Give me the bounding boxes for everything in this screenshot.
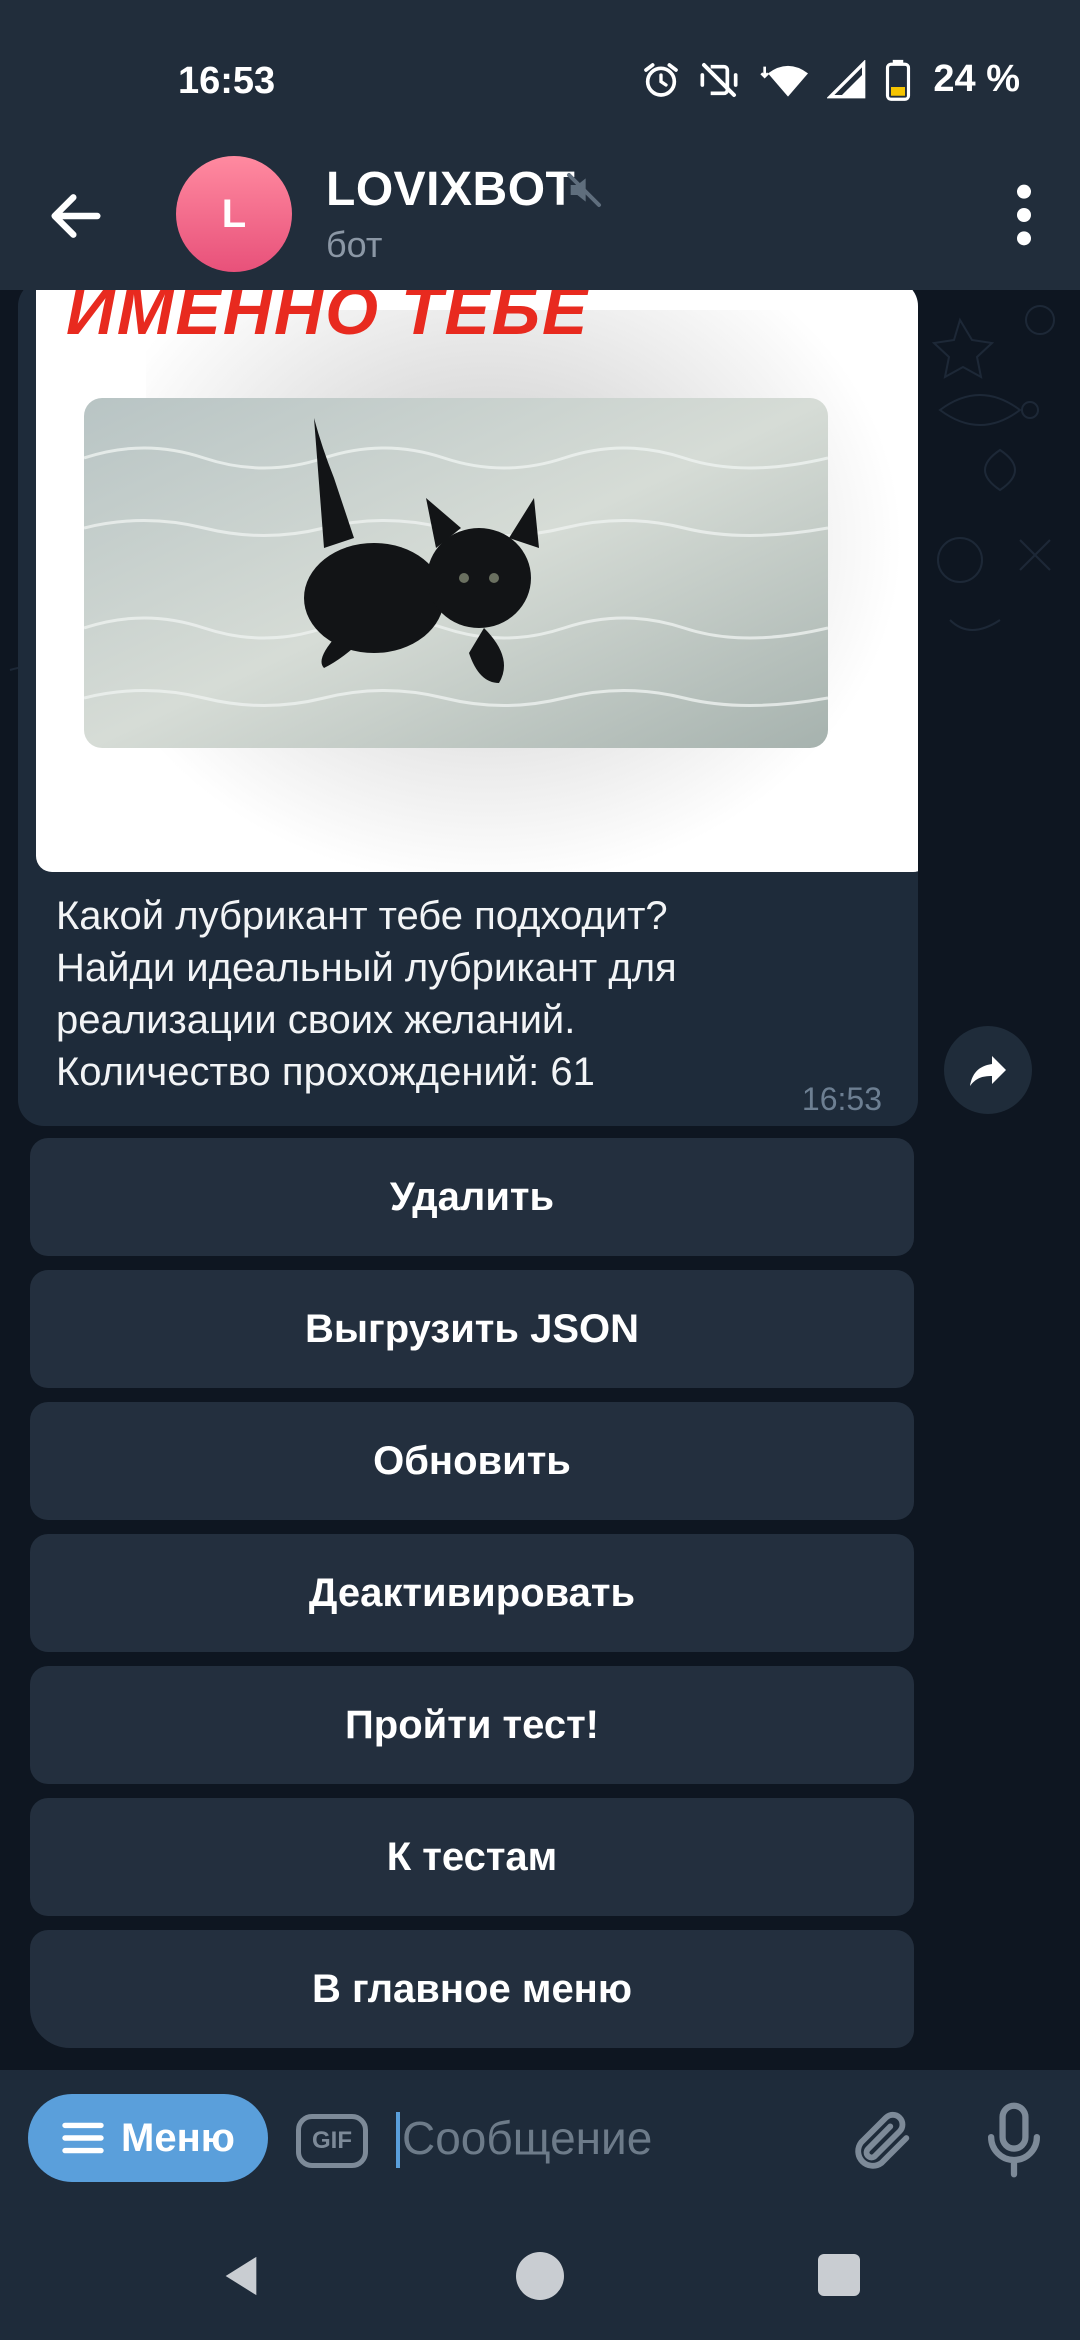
caption-line: Найди идеальный лубрикант для (56, 946, 677, 990)
caption-line: Какой лубрикант тебе подходит? (56, 894, 668, 938)
chat-header: L LOVIXBOT бот (0, 140, 1080, 290)
system-nav-bar (0, 2206, 1080, 2340)
signal-icon (827, 59, 866, 98)
alarm-icon (644, 62, 679, 97)
status-icons: 24 % (641, 58, 1020, 101)
battery-icon (886, 59, 911, 101)
message-image[interactable]: ИМЕННО ТЕБЕ (36, 290, 918, 872)
chat-subtitle: бот (326, 224, 383, 265)
gif-button[interactable]: GIF (296, 2114, 368, 2168)
export-json-button[interactable]: Выгрузить JSON (30, 1270, 914, 1388)
take-test-button[interactable]: Пройти тест! (30, 1666, 914, 1784)
vibrate-off-icon (700, 62, 738, 97)
chat-title[interactable]: LOVIXBOT (326, 162, 575, 217)
back-arrow-icon[interactable] (44, 184, 108, 248)
message-caption: Какой лубрикант тебе подходит? Найди иде… (56, 890, 876, 1098)
more-vert-icon[interactable] (996, 180, 1052, 250)
caption-line: Количество прохождений: 61 (56, 1050, 595, 1094)
refresh-button[interactable]: Обновить (30, 1402, 914, 1520)
share-button[interactable] (944, 1026, 1032, 1114)
avatar[interactable]: L (176, 156, 292, 272)
status-time: 16:53 (178, 60, 276, 102)
chat-area[interactable]: ИМЕННО ТЕБЕ Какой лубрикант тебе подходи… (0, 290, 1080, 2070)
menu-icon (62, 2122, 104, 2154)
message-input[interactable] (402, 2100, 822, 2176)
nav-recents-icon[interactable] (818, 2254, 860, 2296)
image-heading: ИМЕННО ТЕБЕ (66, 290, 590, 349)
caption-line: реализации своих желаний. (56, 998, 576, 1042)
delete-button[interactable]: Удалить (30, 1138, 914, 1256)
cat-swimming-photo (84, 398, 828, 748)
text-cursor (396, 2112, 400, 2168)
share-icon (970, 1056, 1006, 1086)
battery-percent: 24 % (933, 58, 1020, 100)
bot-menu-button[interactable]: Меню (28, 2094, 268, 2182)
message-time: 16:53 (801, 1081, 882, 1117)
status-bar: 16:53 24 % (0, 0, 1080, 140)
message-bubble[interactable]: ИМЕННО ТЕБЕ Какой лубрикант тебе подходи… (18, 290, 918, 1126)
main-menu-button[interactable]: В главное меню (30, 1930, 914, 2048)
nav-home-icon[interactable] (516, 2252, 564, 2300)
microphone-icon[interactable] (978, 2100, 1050, 2180)
to-tests-button[interactable]: К тестам (30, 1798, 914, 1916)
attach-icon[interactable] (848, 2106, 918, 2176)
muted-icon (567, 173, 601, 207)
deactivate-button[interactable]: Деактивировать (30, 1534, 914, 1652)
nav-back-icon[interactable] (218, 2252, 264, 2300)
menu-label: Меню (121, 2115, 235, 2160)
message-input-bar: Меню GIF (0, 2070, 1080, 2206)
wifi-icon (760, 65, 809, 97)
